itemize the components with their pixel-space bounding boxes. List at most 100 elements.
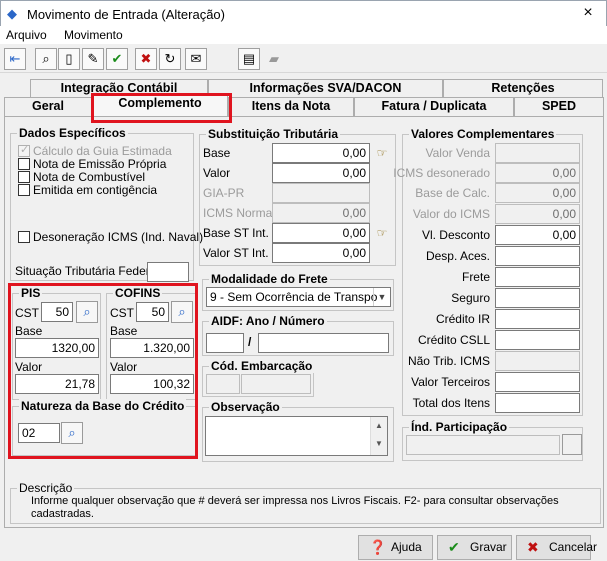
edit-icon[interactable]: ✎ <box>82 48 104 70</box>
embarcacao-title: Cód. Embarcação <box>209 359 315 373</box>
ajuda-button[interactable]: ❓ Ajuda <box>358 535 433 560</box>
vl-desconto-label: Vl. Desconto <box>421 228 490 242</box>
frete-select-value: 9 - Sem Ocorrência de Transpo <box>210 290 378 304</box>
menu-arquivo[interactable]: Arquivo <box>6 28 47 42</box>
valor-icms-input: 0,00 <box>495 204 580 224</box>
desp-aces-label: Desp. Aces. <box>425 249 490 263</box>
dados-especificos-title: Dados Específicos <box>17 126 128 140</box>
chevron-down-icon: ▼ <box>373 288 390 306</box>
embarcacao-input <box>206 374 240 394</box>
total-itens-input[interactable] <box>495 393 580 413</box>
ajuda-button-label: Ajuda <box>391 540 422 554</box>
st-valor-input[interactable]: 0,00 <box>272 163 370 183</box>
base-st-int-label: Base ST Int. <box>203 226 269 240</box>
menu-bar: Arquivo Movimento <box>0 26 607 44</box>
base-calc-input: 0,00 <box>495 183 580 203</box>
st-base-label: Base <box>203 146 231 160</box>
emissao-propria-checkbox[interactable] <box>18 158 30 170</box>
valor-icms-label: Valor do ICMS <box>412 207 490 221</box>
gravar-button[interactable]: ✔ Gravar <box>437 535 512 560</box>
mail-icon[interactable]: ✉ <box>185 48 207 70</box>
comment-icon: ▰ <box>269 51 279 66</box>
exit-icon[interactable]: ⇤ <box>4 48 26 70</box>
tab-itens-da-nota[interactable]: Itens da Nota <box>228 97 354 116</box>
base-st-int-edit-icon[interactable]: ☞ <box>373 224 391 242</box>
gia-pr-input <box>272 183 370 203</box>
aidf-ano-input[interactable] <box>206 333 244 353</box>
aidf-numero-input[interactable] <box>258 333 389 353</box>
frete-select[interactable]: 9 - Sem Ocorrência de Transpo ▼ <box>206 287 391 307</box>
tab-fatura-duplicata[interactable]: Fatura / Duplicata <box>354 97 514 116</box>
frete-title: Modalidade do Frete <box>209 272 330 286</box>
calculo-guia-label: Cálculo da Guia Estimada <box>33 144 172 158</box>
nao-trib-icms-label: Não Trib. ICMS <box>407 354 490 368</box>
gia-pr-label: GIA-PR <box>203 186 245 200</box>
icms-normal-label: ICMS Normal <box>203 206 276 220</box>
credito-csll-input[interactable] <box>495 330 580 350</box>
observacao-scrollbar[interactable]: ▲ ▼ <box>370 417 387 455</box>
situacao-tributaria-input[interactable] <box>147 262 189 282</box>
descricao-text: Informe qualquer observação que # deverá… <box>31 495 559 520</box>
desoneracao-label: Desoneração ICMS (Ind. Naval) <box>33 230 204 244</box>
embarcacao-desc-input <box>241 374 311 394</box>
desp-aces-input[interactable] <box>495 246 580 266</box>
valor-terceiros-label: Valor Terceiros <box>411 375 490 389</box>
participacao-title: Índ. Participação <box>409 420 510 434</box>
calculo-guia-checkbox[interactable] <box>18 143 30 157</box>
check-icon: ✔ <box>448 539 460 555</box>
situacao-tributaria-label: Situação Tributária Federal <box>15 264 160 278</box>
credito-csll-label: Crédito CSLL <box>417 333 490 347</box>
icms-desonerado-label: ICMS desonerado <box>393 166 490 180</box>
tab-sped[interactable]: SPED <box>514 97 604 116</box>
valor-st-int-input[interactable]: 0,00 <box>272 243 370 263</box>
base-st-int-input[interactable]: 0,00 <box>272 223 370 243</box>
descricao-title: Descrição <box>17 481 75 495</box>
valor-terceiros-input[interactable] <box>495 372 580 392</box>
help-icon: ❓ <box>369 539 387 555</box>
emissao-propria-label: Nota de Emissão Própria <box>33 157 167 171</box>
total-itens-label: Total dos Itens <box>412 396 490 410</box>
cancel-icon: ✖ <box>527 539 539 555</box>
valor-st-int-label: Valor ST Int. <box>203 246 269 260</box>
combustivel-checkbox[interactable] <box>18 171 30 183</box>
app-icon: ◆ <box>7 6 17 21</box>
participacao-button[interactable] <box>562 434 582 455</box>
tab-geral[interactable]: Geral <box>4 97 92 116</box>
title-bar: ◆ Movimento de Entrada (Alteração) × <box>0 0 607 26</box>
new-document-icon[interactable]: ▯ <box>58 48 80 70</box>
menu-movimento[interactable]: Movimento <box>64 28 123 42</box>
icms-desonerado-input: 0,00 <box>495 163 580 183</box>
observacao-textarea[interactable] <box>205 416 388 456</box>
gravar-button-label: Gravar <box>470 540 507 554</box>
seguro-input[interactable] <box>495 288 580 308</box>
toolbar: ⇤ ⌕ ▯ ✎ ✔ ✖ ↻ ✉ ▤ ▰ <box>0 45 607 73</box>
desoneracao-checkbox[interactable] <box>18 231 30 243</box>
participacao-input <box>406 435 560 455</box>
search-icon[interactable]: ⌕ <box>35 48 57 70</box>
confirm-icon[interactable]: ✔ <box>106 48 128 70</box>
delete-icon[interactable]: ✖ <box>135 48 157 70</box>
st-base-input[interactable]: 0,00 <box>272 143 370 163</box>
contingencia-checkbox[interactable] <box>18 184 30 196</box>
frete-valor-input[interactable] <box>495 267 580 287</box>
tab-retencoes[interactable]: Retenções <box>443 79 603 98</box>
cancelar-button[interactable]: ✖ Cancelar <box>516 535 597 560</box>
tab-informacoes-sva-dacon[interactable]: Informações SVA/DACON <box>208 79 443 98</box>
credito-ir-input[interactable] <box>495 309 580 329</box>
refresh-icon[interactable]: ↻ <box>159 48 181 70</box>
nao-trib-icms-input <box>495 351 580 371</box>
base-calc-label: Base de Calc. <box>415 186 490 200</box>
valor-venda-input <box>495 143 580 163</box>
valores-title: Valores Complementares <box>409 127 557 141</box>
observacao-title: Observação <box>209 400 282 414</box>
close-icon[interactable]: × <box>568 1 607 25</box>
tax-document-icon[interactable]: ▤ <box>238 48 260 70</box>
contingencia-label: Emitida em contigência <box>33 183 158 197</box>
st-base-edit-icon[interactable]: ☞ <box>373 144 391 162</box>
window-title: Movimento de Entrada (Alteração) <box>27 7 225 22</box>
vl-desconto-input[interactable]: 0,00 <box>495 225 580 245</box>
frete-valor-label: Frete <box>461 270 490 284</box>
highlight-pis-cofins <box>8 283 198 459</box>
cancelar-button-label: Cancelar <box>549 540 598 554</box>
valor-venda-label: Valor Venda <box>425 146 491 160</box>
